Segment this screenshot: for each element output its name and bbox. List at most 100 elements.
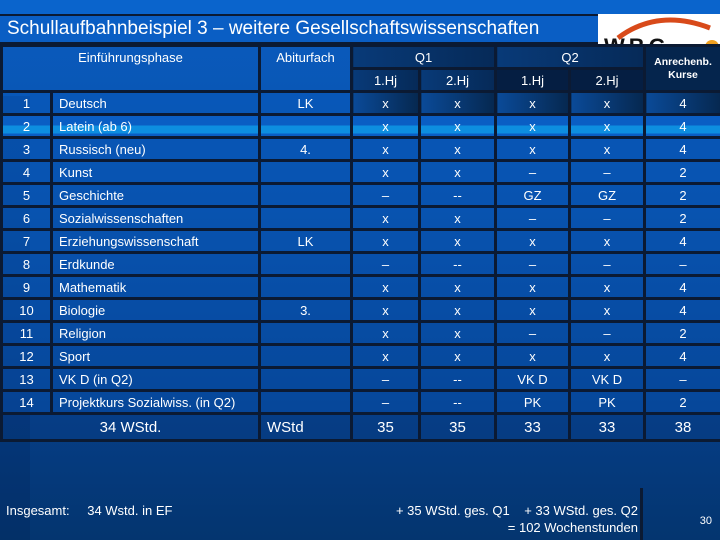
table-row: 5 Geschichte – -- GZ GZ 2 (0, 182, 720, 208)
row-number: 11 (0, 320, 53, 346)
anrechenbare-kurse: 2 (643, 159, 720, 185)
row-number: 6 (0, 205, 53, 231)
anrechenb-line2: Kurse (668, 68, 698, 81)
header-q1-hj2: 2.Hj (418, 67, 497, 93)
abiturfach (258, 205, 353, 231)
q2-hj1: – (494, 205, 571, 231)
subject-name: Russisch (neu) (50, 136, 261, 162)
q2-hj2: x (568, 297, 646, 323)
q1-hj2: x (418, 228, 497, 254)
total-q2-hj1: 33 (494, 412, 571, 442)
subject-name: Geschichte (50, 182, 261, 208)
row-number: 9 (0, 274, 53, 300)
anrechenbare-kurse: 2 (643, 389, 720, 415)
q2-hj1: VK D (494, 366, 571, 392)
q-summary-line1: + 35 WStd. ges. Q1 + 33 WStd. ges. Q2 (395, 503, 638, 518)
q2-hj2: PK (568, 389, 646, 415)
q2-hj2: x (568, 274, 646, 300)
q2-hj1: x (494, 90, 571, 116)
table-row: 1 Deutsch LK x x x x 4 (0, 90, 720, 116)
anrechenbare-kurse: 4 (643, 136, 720, 162)
q2-hj1: – (494, 320, 571, 346)
q2-hj2: – (568, 251, 646, 277)
total-q2-hj2: 33 (568, 412, 646, 442)
q1-hj1: x (350, 136, 421, 162)
q1-hj2: x (418, 297, 497, 323)
anrechenbare-kurse: 2 (643, 320, 720, 346)
abiturfach (258, 251, 353, 277)
table-row: 9 Mathematik x x x x 4 (0, 274, 720, 300)
table-row: 3 Russisch (neu) 4. x x x x 4 (0, 136, 720, 162)
q1-hj2: -- (418, 389, 497, 415)
table-row: 14 Projektkurs Sozialwiss. (in Q2) – -- PK PK… (0, 389, 720, 415)
q1-hj2: x (418, 320, 497, 346)
q1-hj2: x (418, 113, 497, 139)
total-abi: WStd (258, 412, 353, 442)
q1-hj1: x (350, 90, 421, 116)
q1-hj1: x (350, 297, 421, 323)
q1-hj2: x (418, 136, 497, 162)
anrechenbare-kurse: 2 (643, 205, 720, 231)
q2-hj1: x (494, 274, 571, 300)
q1-hj1: – (350, 182, 421, 208)
total-q1-hj1: 35 (350, 412, 421, 442)
q1-hj2: x (418, 343, 497, 369)
row-number: 8 (0, 251, 53, 277)
q1-hj1: x (350, 159, 421, 185)
q1-hj2: x (418, 159, 497, 185)
q2-hj1: x (494, 136, 571, 162)
q-summary-line2: = 102 Wochenstunden (507, 520, 638, 535)
header-q2-hj1: 1.Hj (494, 67, 571, 93)
table-row: 7 Erziehungswissenschaft LK x x x x 4 (0, 228, 720, 254)
row-number: 12 (0, 343, 53, 369)
q1-hj2: x (418, 90, 497, 116)
q2-hj1: – (494, 251, 571, 277)
header-anrechenbare-kurse: Anrechenb. Kurse (643, 44, 720, 93)
row-number: 4 (0, 159, 53, 185)
q1-hj1: x (350, 343, 421, 369)
q1-hj2: -- (418, 182, 497, 208)
q2-hj2: x (568, 136, 646, 162)
table-row: 8 Erdkunde – -- – – – (0, 251, 720, 277)
anrechenb-line1: Anrechenb. (654, 55, 712, 68)
abiturfach: 3. (258, 297, 353, 323)
q2-hj1: – (494, 159, 571, 185)
abiturfach: 4. (258, 136, 353, 162)
course-table: Einführungsphase Abiturfach Q1 Q2 Anrech… (0, 44, 720, 442)
abiturfach (258, 274, 353, 300)
q2-hj1: PK (494, 389, 571, 415)
subject-name: VK D (in Q2) (50, 366, 261, 392)
footer-ef: Insgesamt: 34 Wstd. in EF (6, 503, 186, 518)
header-row-1: Einführungsphase Abiturfach Q1 Q2 Anrech… (0, 44, 720, 93)
q2-hj2: x (568, 228, 646, 254)
header-einfuehrungsphase: Einführungsphase (0, 44, 261, 93)
q2-hj2: GZ (568, 182, 646, 208)
row-number: 7 (0, 228, 53, 254)
abiturfach (258, 320, 353, 346)
row-number: 2 (0, 113, 53, 139)
anrechenbare-kurse: 4 (643, 297, 720, 323)
subject-name: Mathematik (50, 274, 261, 300)
anrechenbare-kurse: 4 (643, 228, 720, 254)
subject-name: Projektkurs Sozialwiss. (in Q2) (50, 389, 261, 415)
table-row: 11 Religion x x – –2 (0, 320, 720, 346)
anrechenbare-kurse: – (643, 366, 720, 392)
q1-hj1: x (350, 320, 421, 346)
total-q1-hj2: 35 (418, 412, 497, 442)
anrechenbare-kurse: 4 (643, 90, 720, 116)
abiturfach (258, 389, 353, 415)
row-number: 1 (0, 90, 53, 116)
abiturfach (258, 182, 353, 208)
subject-name: Sport (50, 343, 261, 369)
table-row: 10 Biologie 3. x x x x 4 (0, 297, 720, 323)
table-row: 13 VK D (in Q2) – -- VK D VK D – (0, 366, 720, 392)
anrechenbare-kurse: 4 (643, 343, 720, 369)
insgesamt-label: Insgesamt: (6, 503, 70, 518)
q1-hj2: x (418, 205, 497, 231)
table-row: 4 Kunst x x – –2 (0, 159, 720, 185)
header-q2: Q2 (494, 44, 646, 70)
q1-hj2: x (418, 274, 497, 300)
anrechenbare-kurse: 2 (643, 182, 720, 208)
totals-row: 34 WStd. WStd 35 35 33 33 38 (0, 412, 720, 442)
row-number: 10 (0, 297, 53, 323)
